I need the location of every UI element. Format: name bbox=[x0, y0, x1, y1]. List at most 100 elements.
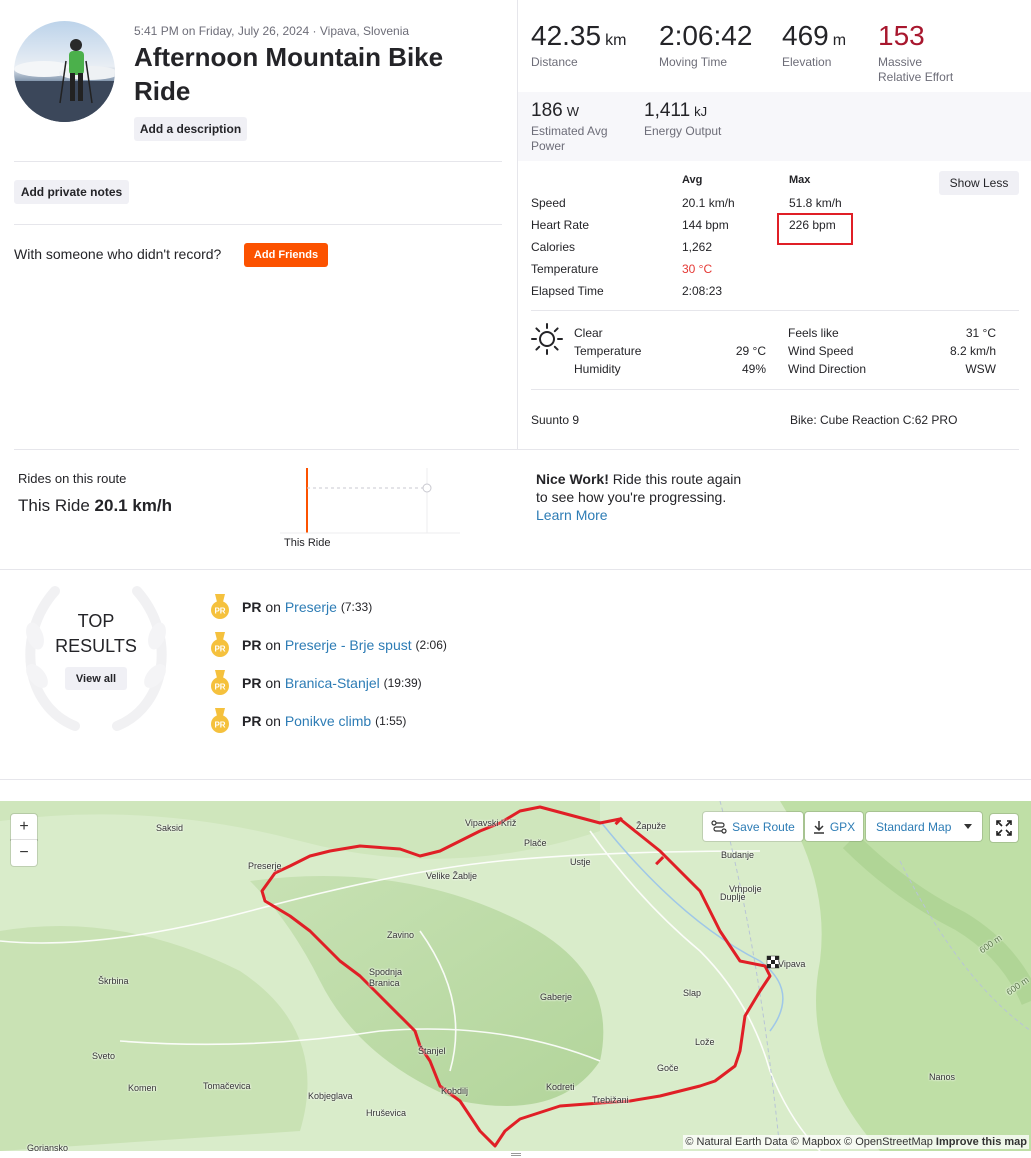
attribution-osm[interactable]: © OpenStreetMap bbox=[844, 1136, 933, 1148]
stat-distance: 42.35 km Distance bbox=[531, 20, 626, 70]
map-place-label: Kodreti bbox=[546, 1082, 575, 1092]
map-attribution: © Natural Earth Data © Mapbox © OpenStre… bbox=[683, 1135, 1029, 1149]
map-place-label: Spodnja Branica bbox=[369, 967, 403, 988]
add-description-button[interactable]: Add a description bbox=[134, 117, 247, 141]
gpx-label: GPX bbox=[829, 819, 856, 834]
map-style-select[interactable]: Standard Map bbox=[866, 812, 982, 841]
divider bbox=[531, 310, 1019, 311]
stat-elevation-unit: m bbox=[832, 32, 847, 49]
save-route-label: Save Route bbox=[732, 819, 795, 834]
learn-more-link[interactable]: Learn More bbox=[536, 507, 608, 523]
fullscreen-button[interactable] bbox=[990, 814, 1018, 842]
detail-avg: 30 °C bbox=[682, 262, 713, 276]
segment-link[interactable]: Preserje - Brje spust bbox=[285, 637, 412, 653]
weather-feels-like-value: 31 °C bbox=[965, 326, 996, 340]
pr-badge: PR bbox=[242, 675, 262, 691]
divider bbox=[0, 779, 1031, 780]
route-nice-work: Nice Work! bbox=[536, 471, 609, 487]
stat-elevation-label: Elevation bbox=[782, 55, 832, 69]
stat-effort-label-line2: Relative Effort bbox=[878, 70, 954, 84]
save-route-button[interactable]: Save Route bbox=[703, 812, 803, 841]
detail-label: Heart Rate bbox=[531, 218, 590, 232]
map-place-label: Vipavski Križ bbox=[465, 818, 517, 828]
avatar[interactable] bbox=[14, 21, 115, 122]
pr-on: on bbox=[265, 675, 281, 691]
add-friends-button[interactable]: Add Friends bbox=[244, 243, 328, 267]
improve-map-link[interactable]: Improve this map bbox=[936, 1136, 1027, 1148]
stat-relative-effort[interactable]: 153 Massive Relative Effort bbox=[878, 20, 953, 85]
map-place-label: Saksid bbox=[156, 823, 184, 833]
with-someone-text: With someone who didn't record? bbox=[14, 246, 222, 262]
weather-feels-like-label: Feels like bbox=[788, 326, 839, 340]
stat-effort-value: 153 bbox=[878, 20, 925, 51]
map-place-label: Velike Žablje bbox=[426, 871, 478, 881]
segment-link[interactable]: Branica-Stanjel bbox=[285, 675, 380, 691]
route-map[interactable]: Saksid Vipavski Križ Žapuže Budanje Plač… bbox=[0, 801, 1031, 1151]
map-place-label: Škrbina bbox=[98, 976, 129, 986]
svg-text:PR: PR bbox=[214, 645, 225, 654]
attribution-mapbox[interactable]: © Mapbox bbox=[791, 1136, 841, 1148]
map-resize-handle[interactable] bbox=[511, 1153, 521, 1156]
stat-power-label-line1: Estimated Avg bbox=[531, 124, 608, 138]
pr-row: PR PR on Branica-Stanjel (19:39) bbox=[210, 670, 422, 696]
weather-temperature-label: Temperature bbox=[574, 344, 642, 358]
pr-row: PR PR on Preserje - Brje spust (2:06) bbox=[210, 632, 447, 658]
stat-energy-value: 1,411 bbox=[644, 100, 691, 121]
stat-power-value: 186 bbox=[531, 100, 563, 121]
activity-title: Afternoon Mountain Bike Ride bbox=[134, 40, 443, 108]
view-all-button[interactable]: View all bbox=[65, 667, 127, 690]
detail-avg: 144 bpm bbox=[682, 218, 729, 232]
detail-avg: 1,262 bbox=[682, 240, 713, 254]
map-place-label: Sveto bbox=[92, 1051, 116, 1061]
pr-row: PR PR on Preserje (7:33) bbox=[210, 594, 372, 620]
pr-on: on bbox=[265, 637, 281, 653]
segment-time: (1:55) bbox=[375, 714, 407, 728]
top-results-title: TOP RESULTS bbox=[45, 609, 147, 659]
pr-badge: PR bbox=[242, 713, 262, 729]
top-results-title-line1: TOP bbox=[77, 611, 115, 631]
pr-medal-icon: PR bbox=[210, 708, 230, 734]
stat-power: 186 W Estimated Avg Power bbox=[531, 100, 608, 154]
highlight-box bbox=[777, 213, 853, 245]
segment-time: (7:33) bbox=[340, 600, 373, 614]
pr-badge: PR bbox=[242, 637, 262, 653]
top-results-title-line2: RESULTS bbox=[55, 636, 137, 656]
zoom-out-button[interactable]: − bbox=[11, 840, 37, 866]
col-header-max: Max bbox=[789, 174, 811, 186]
segment-link[interactable]: Ponikve climb bbox=[285, 713, 371, 729]
add-private-notes-button[interactable]: Add private notes bbox=[14, 180, 129, 204]
segment-link[interactable]: Preserje bbox=[285, 599, 337, 615]
device-name: Suunto 9 bbox=[531, 413, 580, 427]
gpx-button[interactable]: GPX bbox=[805, 812, 863, 841]
attribution-natural-earth[interactable]: © Natural Earth Data bbox=[685, 1136, 787, 1148]
stat-distance-unit: km bbox=[605, 32, 627, 49]
map-place-label: Tomačevica bbox=[203, 1081, 251, 1091]
divider bbox=[14, 161, 502, 162]
bike-name[interactable]: Bike: Cube Reaction C:62 PRO bbox=[790, 413, 957, 427]
route-this-ride: This Ride 20.1 km/h bbox=[18, 496, 172, 516]
map-place-label: Preserje bbox=[248, 861, 282, 871]
stat-power-unit: W bbox=[566, 104, 579, 119]
map-place-label: Slap bbox=[683, 988, 702, 998]
route-this-ride-speed: 20.1 km/h bbox=[94, 496, 173, 515]
stat-energy-label: Energy Output bbox=[644, 124, 722, 138]
map-place-label: Budanje bbox=[721, 850, 755, 860]
detail-max: 51.8 km/h bbox=[789, 196, 842, 210]
weather-humidity-value: 49% bbox=[741, 362, 766, 376]
map-place-label: Zavino bbox=[387, 930, 415, 940]
show-less-button[interactable]: Show Less bbox=[939, 171, 1019, 195]
pr-on: on bbox=[265, 713, 281, 729]
detail-avg: 20.1 km/h bbox=[682, 196, 735, 210]
segment-time: (19:39) bbox=[383, 676, 422, 690]
stat-energy-unit: kJ bbox=[694, 104, 708, 119]
route-message: Nice Work! Ride this route again to see … bbox=[536, 470, 741, 524]
activity-title-line1: Afternoon Mountain Bike bbox=[134, 42, 444, 72]
zoom-in-button[interactable]: + bbox=[11, 814, 37, 840]
stat-moving-time-value: 2:06:42 bbox=[659, 20, 753, 51]
pr-medal-icon: PR bbox=[210, 594, 230, 620]
map-place-label: Vipava bbox=[778, 959, 806, 969]
weather-condition: Clear bbox=[574, 326, 603, 340]
segment-time: (2:06) bbox=[415, 638, 447, 652]
detail-label: Speed bbox=[531, 196, 566, 210]
stat-energy: 1,411 kJ Energy Output bbox=[644, 100, 721, 139]
